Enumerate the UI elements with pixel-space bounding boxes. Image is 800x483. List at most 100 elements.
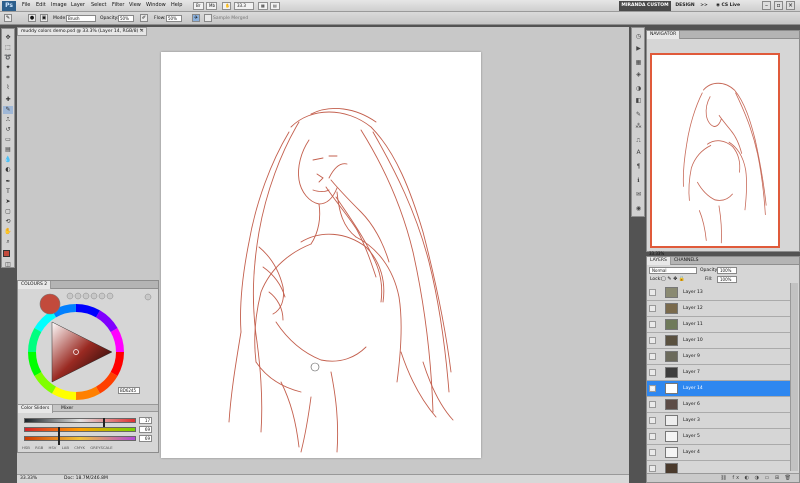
adjustments-panel-icon[interactable]: ◑	[634, 84, 643, 93]
menu-view[interactable]: View	[129, 2, 141, 8]
mode-select[interactable]: Brush	[66, 15, 96, 22]
visibility-eye-icon[interactable]	[649, 417, 656, 424]
blend-mode-select[interactable]: Normal	[649, 267, 697, 274]
clone-stamp-tool-icon[interactable]: ⎍	[3, 116, 13, 124]
visibility-eye-icon[interactable]	[649, 321, 656, 328]
minimize-icon[interactable]: –	[762, 1, 771, 10]
mode-greyscale[interactable]: GREYSCALE	[90, 445, 112, 450]
history-panel-icon[interactable]: ◷	[634, 32, 643, 41]
arrange-documents-icon[interactable]: ▤	[270, 2, 280, 10]
pen-tool-icon[interactable]: ✒	[3, 178, 13, 186]
visibility-eye-icon[interactable]	[649, 305, 656, 312]
blur-tool-icon[interactable]: 💧	[3, 156, 13, 164]
hex-input[interactable]: BD6245	[118, 387, 140, 394]
slider-track-2[interactable]	[24, 427, 136, 436]
3d-rotate-tool-icon[interactable]: ⟲	[3, 218, 13, 226]
close-icon[interactable]: ×	[786, 1, 795, 10]
character-panel-icon[interactable]: A	[634, 148, 643, 157]
workspace-miranda-custom[interactable]: MIRANDA CUSTOM	[619, 1, 671, 11]
tab-color-sliders[interactable]: Color Sliders	[18, 405, 54, 413]
path-select-tool-icon[interactable]: ➤	[3, 198, 13, 206]
info-panel-icon[interactable]: ℹ	[634, 176, 643, 185]
visibility-eye-icon[interactable]	[649, 433, 656, 440]
slider-row-1[interactable]: 17	[22, 417, 156, 427]
mode-lab[interactable]: LAB	[62, 445, 69, 450]
brush-size-icon[interactable]: ●	[28, 14, 36, 22]
layer-row[interactable]: Layer 4	[647, 445, 790, 461]
layers-footer-icons[interactable]: ⛓ fx ◐ ◑ ▭ ⊞ 🗑	[647, 473, 799, 482]
slider-value-3[interactable]: 69	[139, 435, 152, 442]
mode-hsb[interactable]: HSB	[22, 445, 30, 450]
actions-panel-icon[interactable]: ▶	[634, 44, 643, 53]
shape-tool-icon[interactable]: ▢	[3, 208, 13, 216]
flow-input[interactable]: 50%	[166, 15, 182, 22]
menu-window[interactable]: Window	[146, 2, 166, 8]
menu-select[interactable]: Select	[91, 2, 106, 8]
menu-help[interactable]: Help	[171, 2, 182, 8]
eraser-tool-icon[interactable]: ▭	[3, 136, 13, 144]
airbrush-icon[interactable]: ✈	[192, 14, 200, 22]
menu-filter[interactable]: Filter	[112, 2, 124, 8]
layer-row[interactable]: 👁 Layer 14	[647, 381, 790, 397]
menu-layer[interactable]: Layer	[71, 2, 85, 8]
view-extras-icon[interactable]: ▦	[258, 2, 268, 10]
marquee-tool-icon[interactable]: ⬚	[3, 44, 13, 52]
dodge-tool-icon[interactable]: ◐	[3, 166, 13, 174]
layer-row[interactable]: Layer 13	[647, 285, 790, 301]
visibility-eye-icon[interactable]	[649, 353, 656, 360]
slider-value-1[interactable]: 17	[139, 417, 152, 424]
layer-row[interactable]: Layer 5	[647, 429, 790, 445]
fill-input[interactable]: 100%	[717, 276, 737, 283]
tab-channels[interactable]: CHANNELS	[671, 257, 702, 265]
slider-track-1[interactable]	[24, 418, 136, 427]
tab-mixer[interactable]: Mixer	[58, 405, 76, 413]
eyedropper-tool-icon[interactable]: ⌇	[3, 84, 13, 92]
lock-icons[interactable]: ▢ ✎ ✥ 🔒	[661, 276, 685, 282]
quick-mask-icon[interactable]: ◫	[3, 261, 13, 269]
type-tool-icon[interactable]: T	[3, 188, 13, 196]
brush-tool-icon[interactable]: ✎	[3, 106, 13, 114]
gradient-tool-icon[interactable]: ▤	[3, 146, 13, 154]
menu-file[interactable]: File	[22, 2, 30, 8]
paragraph-panel-icon[interactable]: ¶	[634, 162, 643, 171]
layers-scrollbar[interactable]	[790, 283, 798, 471]
zoom-level-select[interactable]: 33.3	[234, 2, 254, 10]
brush-presets-icon[interactable]: ⁂	[634, 122, 643, 131]
sample-merged-checkbox[interactable]	[204, 14, 212, 22]
hand-icon[interactable]: ✋	[222, 2, 231, 10]
move-tool-icon[interactable]: ✥	[3, 34, 13, 42]
mode-rgb[interactable]: RGB	[35, 445, 43, 450]
masks-panel-icon[interactable]: ◧	[634, 96, 643, 105]
restore-icon[interactable]: ▫	[774, 1, 783, 10]
hand-tool-icon[interactable]: ✋	[3, 228, 13, 236]
close-document-icon[interactable]: ×	[140, 28, 144, 35]
status-zoom[interactable]: 33.33%	[20, 475, 37, 483]
visibility-eye-icon[interactable]	[649, 337, 656, 344]
slider-thumb-3[interactable]	[58, 436, 60, 445]
minibridge-button[interactable]: Mb	[206, 2, 217, 10]
layer-row[interactable]: Layer 7	[647, 365, 790, 381]
styles-panel-icon[interactable]: ◈	[634, 70, 643, 79]
brushes-panel-icon[interactable]: ✎	[634, 110, 643, 119]
history-brush-tool-icon[interactable]: ↺	[3, 126, 13, 134]
crop-tool-icon[interactable]: ⌗	[3, 74, 13, 82]
zoom-tool-icon[interactable]: ⌕	[3, 238, 13, 246]
visibility-eye-icon[interactable]	[649, 369, 656, 376]
notes-panel-icon[interactable]: ✉	[634, 190, 643, 199]
workspace-design[interactable]: DESIGN	[673, 1, 697, 11]
healing-brush-tool-icon[interactable]: ✚	[3, 96, 13, 104]
mode-hsv[interactable]: HSV	[49, 445, 57, 450]
tab-navigator[interactable]: NAVIGATOR	[647, 31, 681, 39]
document-canvas[interactable]	[161, 52, 481, 458]
brush-panel-icon[interactable]: ▣	[40, 14, 48, 22]
foreground-color-swatch[interactable]	[3, 250, 10, 257]
lasso-tool-icon[interactable]: ➰	[3, 54, 13, 62]
menu-edit[interactable]: Edit	[36, 2, 46, 8]
visibility-eye-icon[interactable]	[649, 449, 656, 456]
more-workspaces-icon[interactable]: >>	[699, 1, 709, 11]
layer-row[interactable]: Layer 11	[647, 317, 790, 333]
cs-live-button[interactable]: ◉ CS Live	[714, 1, 742, 11]
tab-layers[interactable]: LAYERS	[647, 257, 671, 265]
quick-select-tool-icon[interactable]: ✦	[3, 64, 13, 72]
layer-row[interactable]: Layer 10	[647, 333, 790, 349]
